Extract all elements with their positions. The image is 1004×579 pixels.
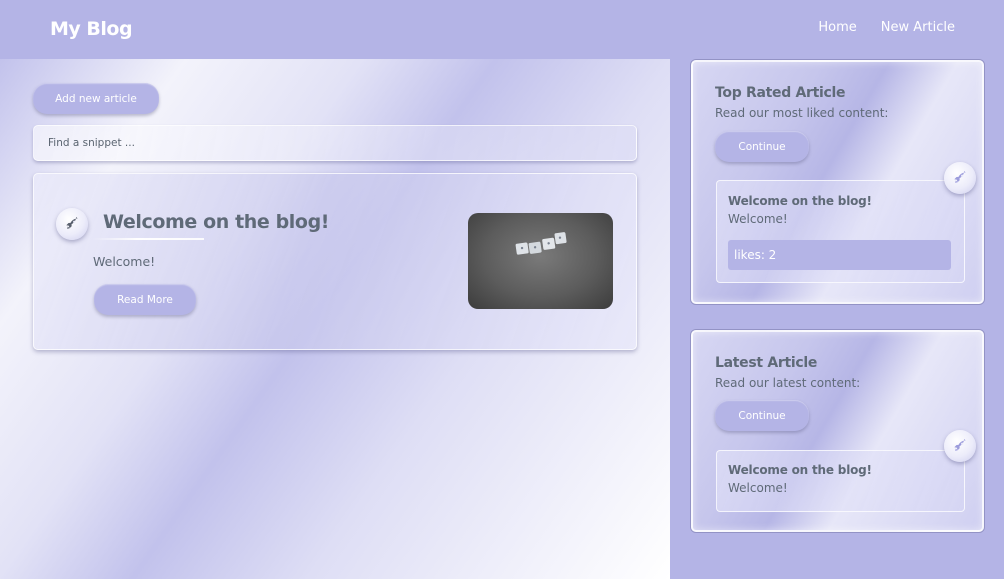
top-rated-card: Top Rated Article Read our most liked co… [691, 60, 984, 304]
brand-logo[interactable]: My Blog [50, 18, 133, 40]
title-underline [92, 238, 204, 240]
latest-continue-button[interactable]: Continue [715, 400, 809, 431]
latest-title: Latest Article [715, 355, 818, 371]
read-more-button[interactable]: Read More [94, 284, 196, 315]
post-card: Welcome on the blog! Welcome! Read More [33, 173, 637, 350]
latest-article[interactable]: Welcome on the blog! Welcome! [716, 450, 965, 512]
nav-home-link[interactable]: Home [818, 20, 856, 35]
main-nav: Home New Article [818, 20, 955, 35]
likes-badge: likes: 2 [728, 240, 951, 270]
top-rated-article-text: Welcome! [728, 212, 788, 226]
latest-article-title: Welcome on the blog! [728, 463, 872, 477]
rocket-icon [944, 430, 976, 462]
scrabble-tiles-image [468, 213, 613, 309]
latest-subtitle: Read our latest content: [715, 376, 861, 390]
nav-new-article-link[interactable]: New Article [881, 20, 955, 35]
top-rated-article-title: Welcome on the blog! [728, 194, 872, 208]
top-rated-subtitle: Read our most liked content: [715, 106, 889, 120]
add-article-button[interactable]: Add new article [33, 83, 159, 114]
main-content: Add new article Find a snippet ... Welco… [0, 59, 670, 579]
top-navbar: My Blog Home New Article [0, 0, 1004, 59]
rocket-icon [944, 162, 976, 194]
sidebar: Top Rated Article Read our most liked co… [670, 59, 1004, 579]
post-title[interactable]: Welcome on the blog! [103, 211, 329, 233]
rocket-icon [56, 208, 88, 240]
search-input[interactable]: Find a snippet ... [33, 125, 637, 161]
latest-article-card: Latest Article Read our latest content: … [691, 330, 984, 532]
top-rated-article[interactable]: Welcome on the blog! Welcome! likes: 2 [716, 180, 965, 283]
top-rated-title: Top Rated Article [715, 85, 846, 101]
post-excerpt: Welcome! [93, 254, 156, 269]
top-rated-continue-button[interactable]: Continue [715, 131, 809, 162]
latest-article-text: Welcome! [728, 481, 788, 495]
